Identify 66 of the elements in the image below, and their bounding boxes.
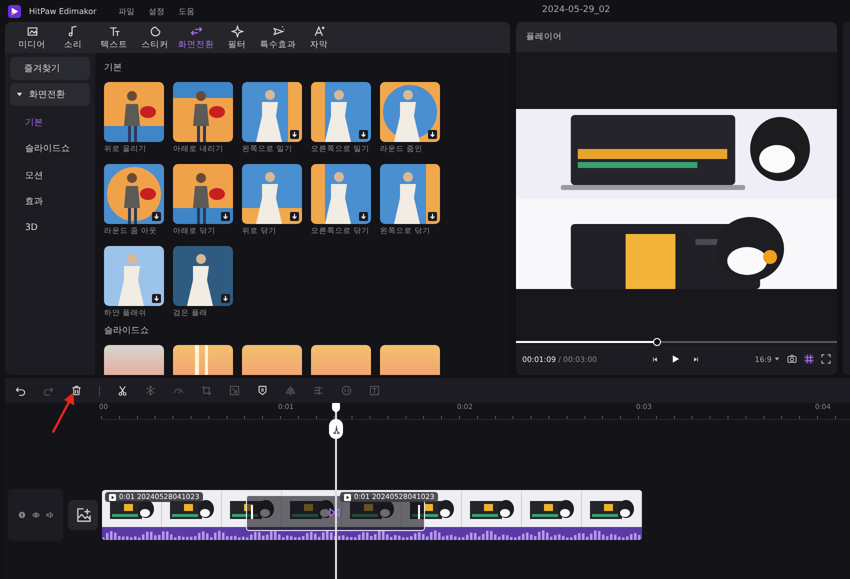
image-add-icon bbox=[74, 506, 92, 524]
category-tab[interactable]: 화면전환 bbox=[177, 22, 215, 53]
category-tab[interactable]: 텍스트 bbox=[95, 22, 133, 53]
play-icon[interactable] bbox=[671, 354, 680, 364]
section-title: 슬라이드쇼 bbox=[104, 325, 150, 337]
download-icon[interactable] bbox=[428, 130, 437, 139]
category-tab[interactable]: 소리 bbox=[54, 22, 92, 53]
group-label: 화면전환 bbox=[29, 89, 65, 101]
download-icon[interactable] bbox=[359, 212, 368, 221]
category-tab[interactable]: 특수효과 bbox=[259, 22, 297, 53]
arrows-icon bbox=[190, 24, 202, 38]
megaphone-icon bbox=[272, 24, 284, 38]
download-icon[interactable] bbox=[221, 294, 230, 303]
fullscreen-icon[interactable] bbox=[821, 354, 832, 364]
project-title: 2024-05-29_02 bbox=[542, 5, 610, 15]
subcategory-item[interactable]: 모션 bbox=[5, 162, 95, 188]
category-tab[interactable]: 자막 bbox=[300, 22, 338, 53]
previous-frame-icon[interactable] bbox=[652, 356, 660, 362]
caret-icon bbox=[774, 356, 780, 362]
panel-title: 플레이어 bbox=[516, 22, 838, 52]
category-tab[interactable]: 미디어 bbox=[13, 22, 51, 53]
download-icon[interactable] bbox=[152, 294, 161, 303]
camera-icon[interactable] bbox=[787, 354, 798, 364]
app-name: HitPaw Edimakor bbox=[29, 6, 96, 16]
letter-icon bbox=[312, 24, 326, 38]
next-frame-icon[interactable] bbox=[692, 356, 700, 362]
play-icon bbox=[344, 494, 351, 500]
play-icon bbox=[109, 494, 116, 500]
download-icon[interactable] bbox=[359, 130, 368, 139]
subcategory-item[interactable]: 기본 bbox=[5, 109, 95, 136]
delete-icon[interactable] bbox=[71, 385, 82, 396]
cut-icon[interactable] bbox=[117, 385, 128, 396]
download-icon[interactable] bbox=[221, 212, 230, 221]
playhead-handle[interactable] bbox=[332, 403, 340, 412]
eye-icon[interactable] bbox=[32, 511, 40, 519]
menu-item[interactable]: 파일 bbox=[118, 6, 134, 16]
app-logo-icon bbox=[8, 4, 21, 18]
sparkle-icon bbox=[230, 24, 244, 38]
section-title: 기본 bbox=[104, 62, 123, 74]
download-icon[interactable] bbox=[290, 212, 299, 221]
favorites-button[interactable]: 즐겨찾기 bbox=[10, 57, 90, 80]
category-tab[interactable]: 스티커 bbox=[136, 22, 174, 53]
download-icon[interactable] bbox=[290, 130, 299, 139]
mark-icon[interactable] bbox=[257, 385, 268, 396]
caret-icon bbox=[16, 91, 23, 98]
subcategory-item[interactable]: 슬라이드쇼 bbox=[5, 136, 95, 162]
category-tab[interactable]: 필터 bbox=[218, 22, 256, 53]
playhead[interactable] bbox=[329, 403, 343, 579]
undo-icon[interactable] bbox=[15, 385, 26, 396]
text-icon bbox=[108, 24, 120, 38]
menu-item[interactable]: 도움 bbox=[178, 6, 194, 16]
download-icon[interactable] bbox=[152, 212, 161, 221]
scissors-icon bbox=[332, 424, 340, 434]
music-note-icon bbox=[66, 24, 80, 38]
subcategory-item[interactable]: 3D bbox=[5, 215, 95, 242]
speaker-icon[interactable] bbox=[46, 511, 54, 519]
image-icon bbox=[26, 24, 38, 38]
download-icon[interactable] bbox=[428, 212, 437, 221]
menu-item[interactable]: 설정 bbox=[148, 6, 164, 16]
transition-icon bbox=[329, 508, 340, 517]
subcategory-item[interactable]: 효과 bbox=[5, 188, 95, 215]
progress-handle[interactable] bbox=[653, 338, 662, 346]
add-media-button[interactable] bbox=[68, 500, 98, 530]
grid-icon[interactable] bbox=[804, 354, 814, 364]
sticker-icon bbox=[148, 24, 162, 38]
category-group[interactable]: 화면전환 bbox=[10, 83, 90, 106]
